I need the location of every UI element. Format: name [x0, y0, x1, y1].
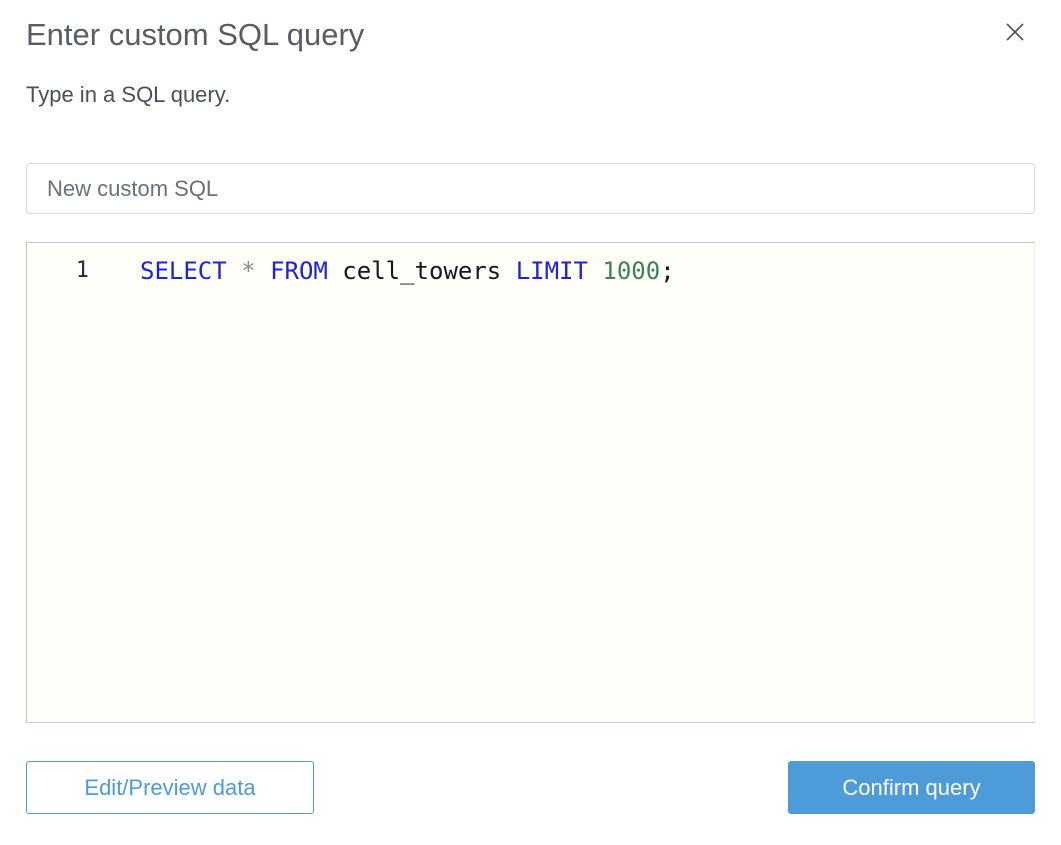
sql-token-keyword: SELECT — [140, 257, 227, 286]
sql-token-keyword: FROM — [270, 257, 328, 286]
close-icon — [1006, 23, 1024, 41]
close-button[interactable] — [1003, 20, 1027, 44]
line-number: 1 — [75, 258, 89, 284]
sql-token-plain — [256, 257, 270, 285]
sql-token-plain — [588, 257, 602, 285]
sql-token-number: 1000 — [602, 257, 661, 286]
code-lines: 1 SELECT * FROM cell_towers LIMIT 1000; — [27, 243, 1034, 286]
sql-token-plain — [227, 257, 241, 285]
sql-token-plain: ; — [660, 257, 675, 286]
code-content: SELECT * FROM cell_towers LIMIT 1000; — [89, 256, 675, 286]
code-line: 1 SELECT * FROM cell_towers LIMIT 1000; — [27, 256, 1034, 286]
dialog-title: Enter custom SQL query — [26, 17, 365, 52]
custom-sql-name-input[interactable] — [26, 163, 1035, 215]
edit-preview-data-button[interactable]: Edit/Preview data — [26, 761, 314, 815]
sql-token-plain: cell_towers — [327, 257, 516, 286]
sql-token-operator: * — [241, 257, 256, 286]
dialog-subtitle: Type in a SQL query. — [26, 81, 231, 107]
footer-actions: Edit/Preview data Confirm query — [26, 761, 1035, 815]
confirm-query-button[interactable]: Confirm query — [788, 761, 1035, 815]
sql-editor[interactable]: 1 SELECT * FROM cell_towers LIMIT 1000; — [26, 242, 1035, 724]
custom-sql-dialog: Enter custom SQL query Type in a SQL que… — [0, 0, 1061, 845]
sql-token-keyword: LIMIT — [515, 257, 588, 286]
